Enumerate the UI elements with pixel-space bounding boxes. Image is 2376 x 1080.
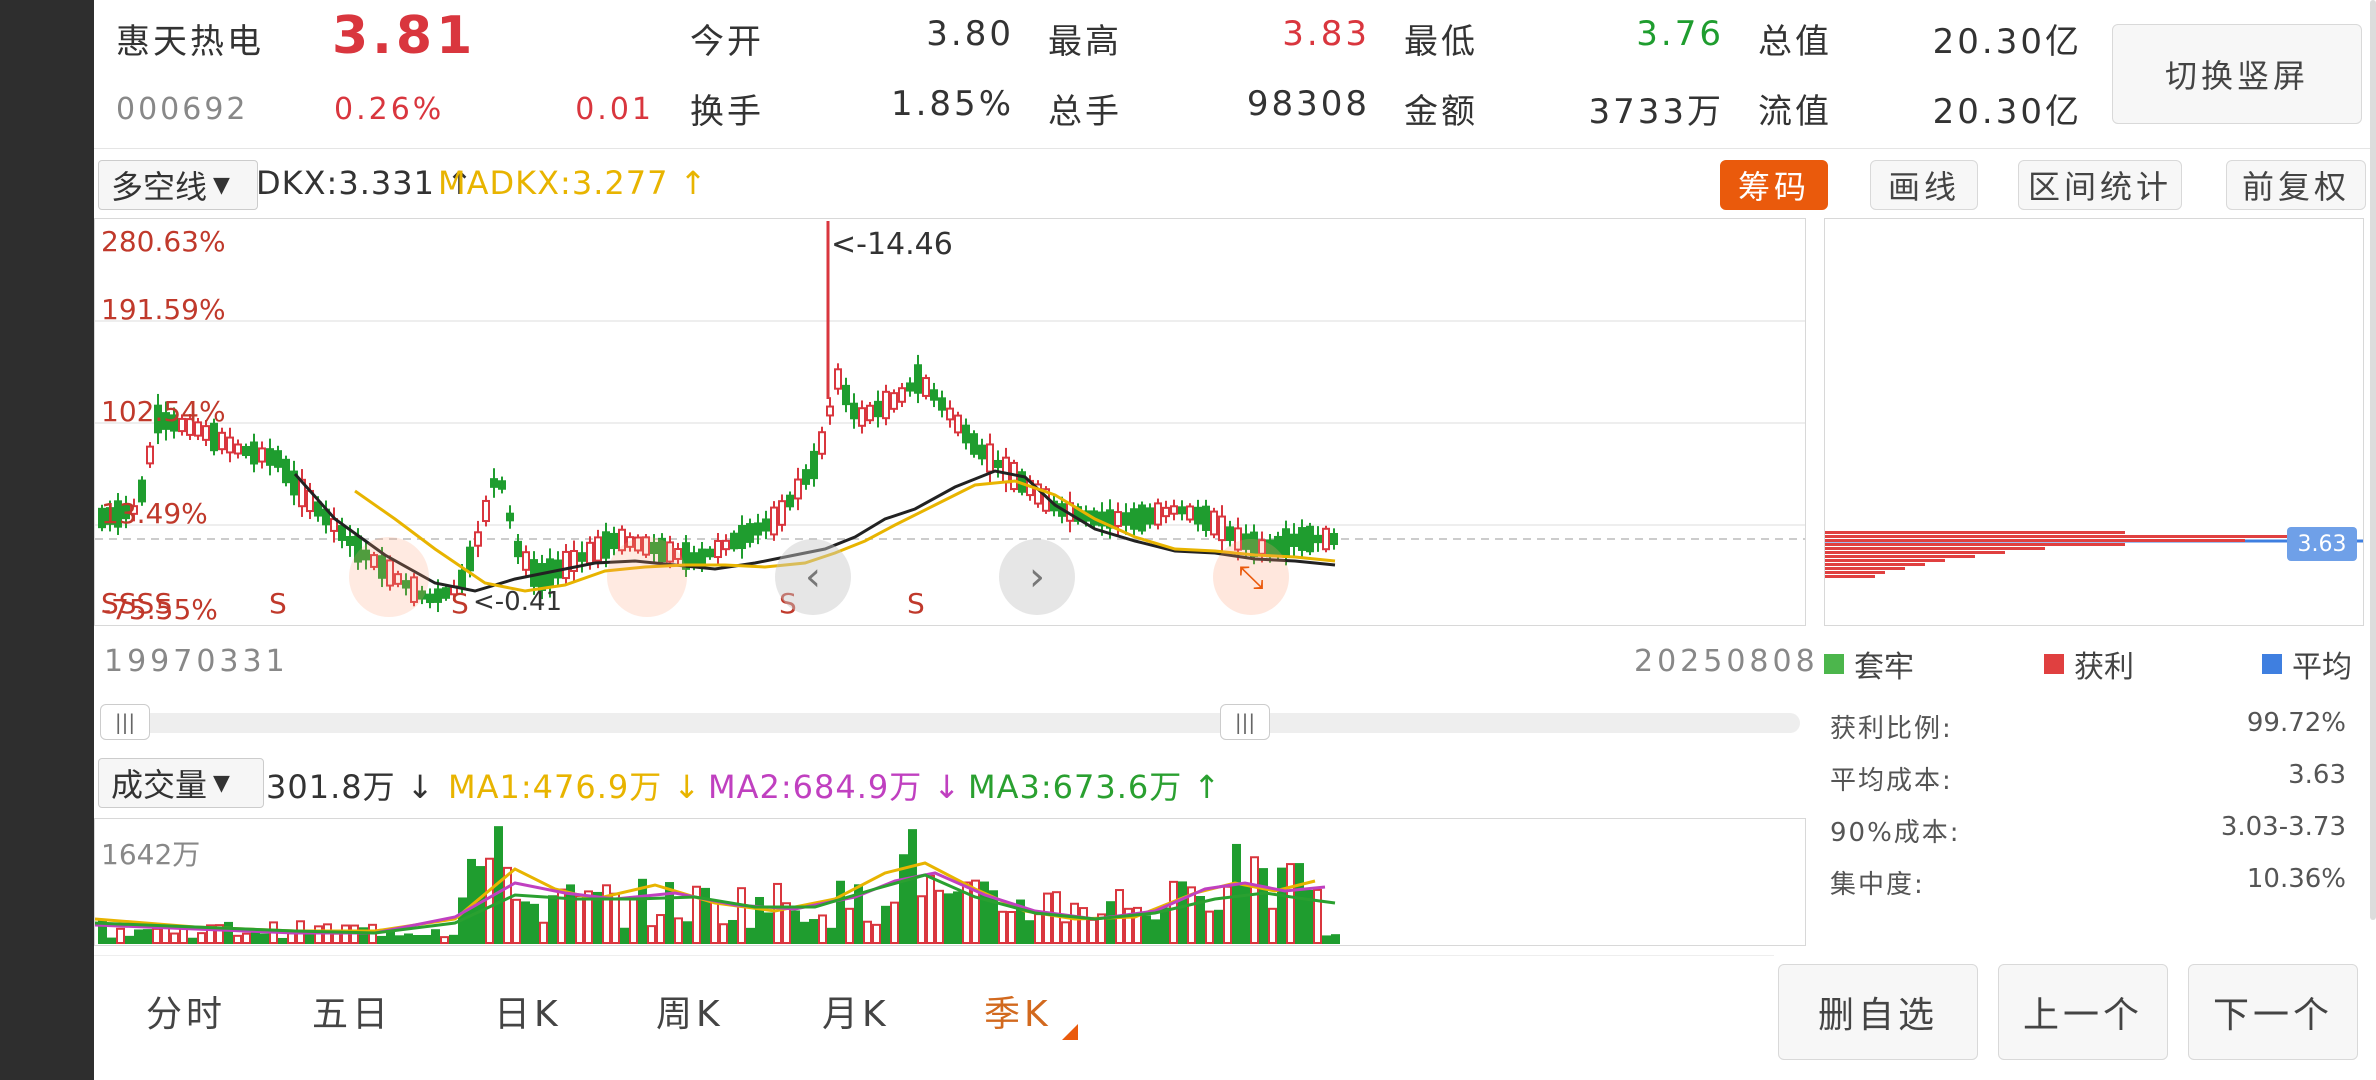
range-handle-right[interactable]: ||| [1220,704,1270,740]
tab-quarterly-k[interactable]: 季K [984,985,1052,1037]
legend-profit: 获利 [2044,642,2134,686]
caret-down-icon: ▼ [213,172,230,198]
tab-weekly-k[interactable]: 周K [656,985,724,1037]
interval-stats-button[interactable]: 区间统计 [2018,160,2182,210]
grid-lines [95,320,1805,540]
profit-ratio-label: 获利比例: [1830,714,1953,744]
start-date: 19970331 [104,644,289,679]
volume-max-label: 1642万 [101,838,201,871]
volume-selector[interactable]: 成交量 ▼ [98,758,264,808]
quote-label: 最低 [1404,22,1478,62]
volume-value: 301.8万 ↓ [266,768,435,806]
switch-portrait-button[interactable]: 切换竖屏 [2112,24,2362,124]
concentration-label: 集中度: [1830,870,1925,900]
high-price-marker: <-14.46 [831,227,953,262]
indicator-selector[interactable]: 多空线 ▼ [98,160,258,210]
cost90-label: 90%成本: [1830,818,1961,848]
change-percent: 0.26% [334,92,445,127]
highlight-circle [607,537,687,617]
expand-arrows-icon[interactable]: ⤡ [1213,539,1289,615]
current-price: 3.81 [332,6,477,66]
quote-value: 98308 [1246,84,1370,124]
quote-label: 流值 [1758,92,1832,132]
header-divider [94,148,2376,149]
end-date: 20250808 [1634,644,1819,679]
legend-average: 平均 [2262,642,2352,686]
y-label: 191.59% [101,293,226,326]
kline-chart[interactable]: 280.63% 191.59% 102.54% 13.49% -75.55% <… [94,218,1806,626]
y-label: 102.54% [101,395,226,428]
vertical-scrollbar[interactable] [2370,0,2376,920]
caret-down-icon: ▼ [213,770,230,796]
legend-trapped: 套牢 [1824,642,1914,686]
avg-cost-label: 平均成本: [1830,766,1953,796]
stock-chart-app: 惠天热电 3.81 000692 0.26% 0.01 今开 3.80 最高 3.83… [94,0,2376,1080]
range-handle-left[interactable]: ||| [100,704,150,740]
quote-value: 3.83 [1282,14,1370,54]
volume-canvas [95,826,1340,945]
highlight-circle [349,537,429,617]
stock-code: 000692 [116,92,249,127]
next-stock-button[interactable]: 下一个 [2188,964,2358,1060]
volume-ma1: MA1:476.9万 ↓ [448,768,702,806]
quote-label: 今开 [690,22,764,62]
tab-five-day[interactable]: 五日 [312,985,392,1037]
quote-label: 总值 [1758,22,1832,62]
low-price-marker: <-0.41 [473,587,563,617]
candlesticks [98,221,1338,613]
volume-chart: 1642万 [94,818,1806,946]
chevron-left-icon[interactable]: ‹ [775,539,851,615]
tab-intraday[interactable]: 分时 [146,985,226,1037]
madkx-value: MADKX:3.277 ↑ [438,164,708,202]
remove-watchlist-button[interactable]: 删自选 [1778,964,1978,1060]
sell-signal: S [451,587,469,620]
sell-signal: S [907,587,925,620]
chip-distribution-button[interactable]: 筹码 [1720,160,1828,210]
quote-value: 20.30亿 [1932,22,2082,62]
quote-value: 3733万 [1588,92,1724,132]
concentration-value: 10.36% [2246,864,2346,894]
profit-ratio-value: 99.72% [2246,708,2346,738]
quote-value: 1.85% [890,84,1014,124]
quote-label: 最高 [1048,22,1122,62]
stock-name: 惠天热电 [116,22,264,62]
quote-label: 金额 [1404,92,1478,132]
change-amount: 0.01 [575,92,654,127]
avg-cost-value: 3.63 [2288,760,2346,790]
tab-monthly-k[interactable]: 月K [822,985,890,1037]
volume-ma3: MA3:673.6万 ↑ [968,768,1222,806]
quote-value: 20.30亿 [1932,92,2082,132]
quote-label: 换手 [690,92,764,132]
volume-ma2: MA2:684.9万 ↓ [708,768,962,806]
left-system-bar [0,0,94,1080]
bottom-divider [94,955,1774,956]
range-scrollbar[interactable] [100,713,1800,733]
sell-signal: SSSS [101,587,173,620]
y-label: 280.63% [101,225,226,258]
cost90-value: 3.03-3.73 [2220,812,2346,842]
y-label: 13.49% [101,497,208,530]
quote-value: 3.76 [1636,14,1724,54]
quote-value: 3.80 [926,14,1014,54]
active-tab-indicator-icon [1062,1024,1078,1040]
chip-distribution-panel: 3.63 [1824,218,2364,626]
indicator-selector-label: 多空线 [111,168,208,206]
chip-bars [1825,531,2363,578]
average-cost-tag: 3.63 [2287,527,2357,561]
sell-signal: S [269,587,287,620]
volume-selector-label: 成交量 [111,766,208,804]
draw-line-button[interactable]: 画线 [1870,160,1978,210]
previous-stock-button[interactable]: 上一个 [1998,964,2168,1060]
forward-adjust-button[interactable]: 前复权 [2226,160,2366,210]
tab-daily-k[interactable]: 日K [494,985,562,1037]
quote-label: 总手 [1048,92,1122,132]
chevron-right-icon[interactable]: › [999,539,1075,615]
